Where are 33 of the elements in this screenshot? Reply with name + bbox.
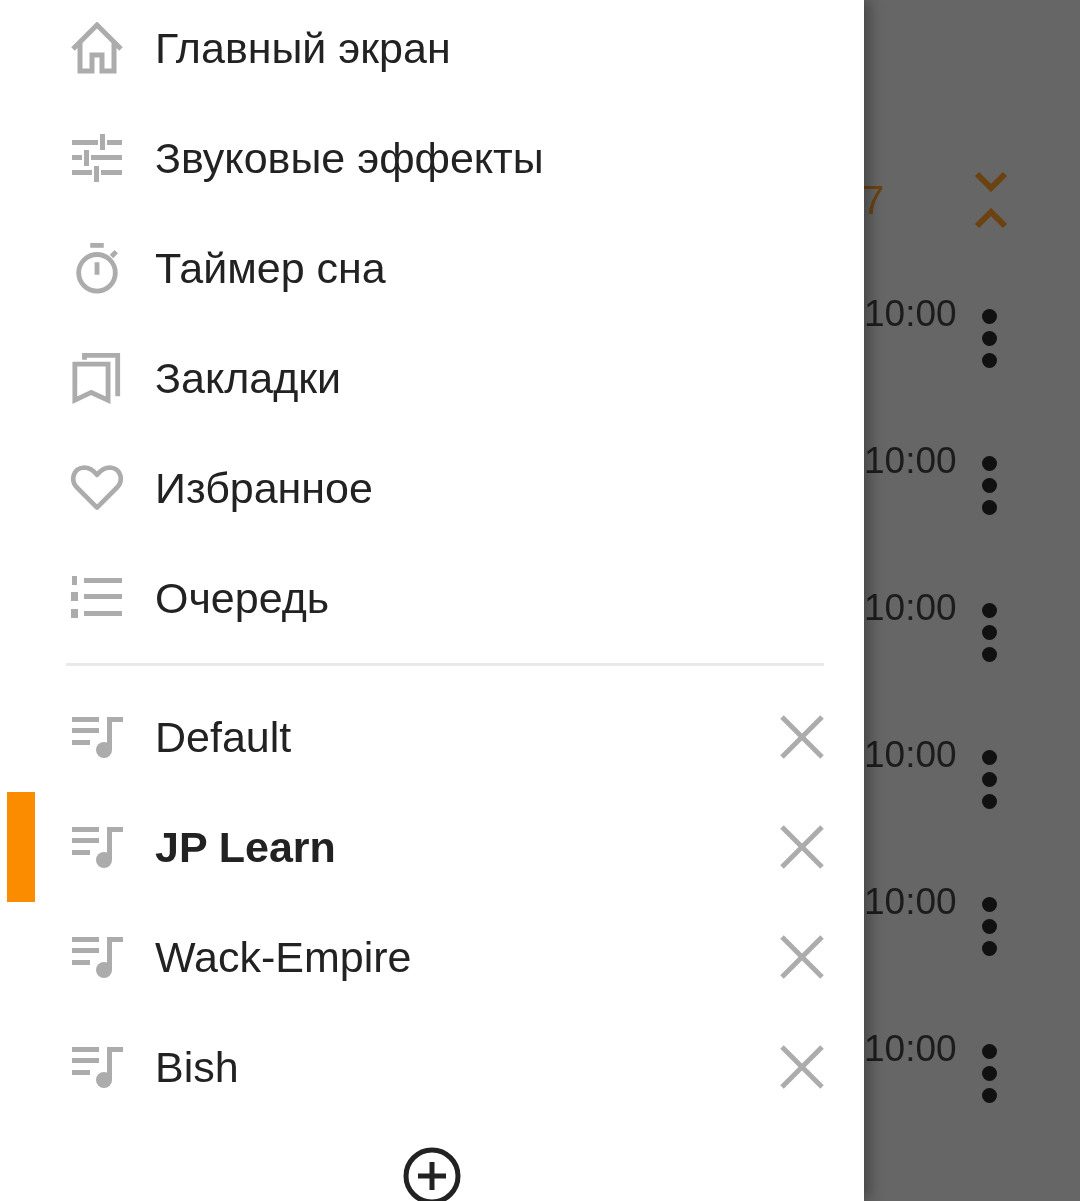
time-label: 10:00 [864, 439, 957, 482]
close-icon[interactable] [780, 825, 824, 869]
playlist-icon [72, 1044, 124, 1090]
more-vert-icon[interactable] [982, 603, 997, 662]
menu-item[interactable]: Таймер сна [155, 243, 386, 293]
playlist-item[interactable]: Wack-Empire [155, 932, 412, 982]
close-icon[interactable] [780, 1045, 824, 1089]
playlist-icon [72, 934, 124, 980]
more-vert-icon[interactable] [982, 456, 997, 515]
playlist-icon [72, 824, 124, 870]
close-icon[interactable] [780, 715, 824, 759]
home-icon [70, 22, 124, 74]
more-vert-icon[interactable] [982, 1044, 997, 1103]
more-vert-icon[interactable] [982, 750, 997, 809]
time-label: 10:00 [864, 1027, 957, 1070]
menu-item[interactable]: Главный экран [155, 23, 451, 73]
more-vert-icon[interactable] [982, 309, 997, 368]
close-icon[interactable] [780, 935, 824, 979]
playlist-item[interactable]: Default [155, 712, 292, 762]
more-vert-icon[interactable] [982, 897, 997, 956]
time-label: 10:00 [864, 733, 957, 776]
playlist-item[interactable]: Bish [155, 1042, 239, 1092]
time-label: 10:00 [864, 586, 957, 629]
menu-item[interactable]: Очередь [155, 573, 330, 623]
header-number: 7 [862, 177, 885, 223]
menu-item[interactable]: Избранное [155, 463, 373, 513]
time-label: 10:00 [864, 880, 957, 923]
playlist-icon [72, 714, 124, 760]
menu-item[interactable]: Звуковые эффекты [155, 133, 544, 183]
time-label: 10:00 [864, 292, 957, 335]
menu-item[interactable]: Закладки [155, 353, 342, 403]
playlist-item[interactable]: JP Learn [155, 822, 336, 872]
sliders-icon [70, 132, 124, 184]
